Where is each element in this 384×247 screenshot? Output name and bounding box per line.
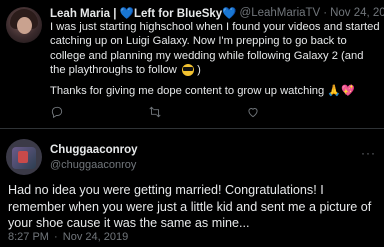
tweet-thanks: Thanks for giving me dope content to gro… [50,85,355,98]
display-name[interactable]: Leah Maria | 💙Left for BlueSky💙 [50,6,237,20]
reply-separator: · [54,231,58,243]
sparkling-heart-emoji: 💖 [341,85,355,98]
tweet-date[interactable]: Nov 24, 2019 [330,7,384,19]
retweet-icon[interactable] [148,105,162,119]
leah-avatar[interactable] [6,7,42,43]
like-icon[interactable] [246,105,260,119]
reply-text: Had no idea you were getting married! Co… [8,183,372,231]
tweet-divider [0,128,384,129]
reply-display-name[interactable]: Chuggaaconroy [50,144,138,156]
reply-time[interactable]: 8:27 PM [8,231,49,243]
tweet-header: Leah Maria | 💙Left for BlueSky💙 @LeahMar… [50,5,384,21]
praying-hands-emoji: 🙏 [327,85,342,98]
chugga-avatar[interactable] [6,139,42,175]
reply-meta: 8:27 PM · Nov 24, 2019 [8,231,128,243]
reply-date[interactable]: Nov 24, 2019 [63,231,128,243]
reply-handle[interactable]: @chuggaaconroy [50,159,136,171]
sunglasses-emoji [181,63,194,76]
reply-icon[interactable] [50,105,64,119]
more-options-icon[interactable]: ··· [361,146,376,160]
separator: · [323,7,328,19]
tweet-actions [50,105,380,121]
original-tweet[interactable]: Leah Maria | 💙Left for BlueSky💙 @LeahMar… [0,0,384,128]
tweet-text: I was just starting highschool when I fo… [50,21,380,76]
handle[interactable]: @LeahMariaTV [240,7,321,19]
